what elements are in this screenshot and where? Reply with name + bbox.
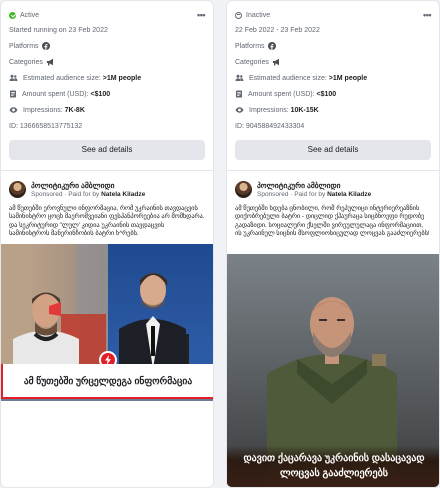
ad-id: ID: 904588492433304 bbox=[235, 122, 305, 130]
spent-row: Amount spent (USD): <$100 bbox=[235, 86, 431, 102]
status-label: Active bbox=[20, 11, 40, 19]
impressions-value: 7K-8K bbox=[64, 106, 85, 114]
platforms-row: Platforms bbox=[235, 38, 431, 54]
receipt-icon bbox=[236, 90, 242, 98]
eye-icon bbox=[9, 107, 18, 113]
ad-creative-image[interactable]: ამ წუთებში ურცელდეგა ინფორმაცია bbox=[1, 244, 213, 401]
audience-row: Estimated audience size: >1M people bbox=[235, 70, 431, 86]
ad-body-text: ამ წუთებში ეროვნული ინფორმაცია, რომ უკრა… bbox=[9, 205, 205, 237]
date-line: Started running on 23 Feb 2022 bbox=[9, 26, 108, 34]
receipt-icon bbox=[10, 90, 16, 98]
categories-row: Categories bbox=[235, 54, 431, 70]
sponsored-prefix: Sponsored · Paid for by bbox=[31, 191, 100, 198]
megaphone-icon bbox=[272, 58, 286, 66]
impressions-label: Impressions: bbox=[23, 106, 63, 114]
more-options-icon[interactable]: ••• bbox=[423, 10, 431, 20]
page-header: პოლიტიკური ამბლიდი Sponsored · Paid for … bbox=[227, 171, 439, 198]
spent-value: <$100 bbox=[316, 90, 337, 98]
spent-value: <$100 bbox=[90, 90, 111, 98]
audience-row: Estimated audience size: >1M people bbox=[9, 70, 205, 86]
paid-by-name: Natela Kiladze bbox=[327, 191, 372, 198]
active-status-icon bbox=[9, 11, 16, 19]
ad-body-text: ამ წუთებში ხდება ცნობილი, რომ რეპულიცი ი… bbox=[235, 205, 430, 237]
impressions-row: Impressions: 10K-15K bbox=[235, 102, 431, 118]
see-ad-details-button[interactable]: See ad details bbox=[235, 140, 431, 160]
page-avatar[interactable] bbox=[9, 181, 26, 198]
date-line: 22 Feb 2022 - 23 Feb 2022 bbox=[235, 26, 320, 34]
facebook-icon bbox=[267, 42, 281, 50]
ad-creative-image[interactable]: დავით ქაცარავა უკრაინის დასაცავად ლოცვას… bbox=[227, 254, 439, 487]
impressions-value: 10K-15K bbox=[290, 106, 319, 114]
audience-label: Estimated audience size: bbox=[249, 74, 327, 82]
sponsored-line: Sponsored · Paid for by Natela Kiladze bbox=[257, 191, 371, 198]
impressions-label: Impressions: bbox=[249, 106, 289, 114]
audience-value: >1M people bbox=[328, 74, 368, 82]
ad-card: Inactive ••• 22 Feb 2022 - 23 Feb 2022 P… bbox=[226, 0, 440, 488]
sponsored-prefix: Sponsored · Paid for by bbox=[257, 191, 326, 198]
sponsored-line: Sponsored · Paid for by Natela Kiladze bbox=[31, 191, 145, 198]
categories-row: Categories bbox=[9, 54, 205, 70]
ad-card: Active ••• Started running on 23 Feb 202… bbox=[0, 0, 214, 488]
creative-banner-text: ამ წუთებში ურცელდეგა ინფორმაცია bbox=[1, 364, 213, 399]
eye-icon bbox=[235, 107, 244, 113]
ad-id: ID: 1366658513775132 bbox=[9, 122, 83, 130]
creative-headline-text: დავით ქაცარავა უკრაინის დასაცავად ლოცვას… bbox=[227, 445, 439, 487]
page-name[interactable]: პოლიტიკური ამბლიდი bbox=[257, 181, 371, 190]
spent-row: Amount spent (USD): <$100 bbox=[9, 86, 205, 102]
paid-by-name: Natela Kiladze bbox=[101, 191, 146, 198]
platforms-row: Platforms bbox=[9, 38, 205, 54]
people-icon bbox=[9, 74, 18, 81]
categories-label: Categories bbox=[235, 58, 269, 66]
more-options-icon[interactable]: ••• bbox=[197, 10, 205, 20]
status-row: Inactive ••• bbox=[235, 8, 431, 22]
page-avatar[interactable] bbox=[235, 181, 252, 198]
categories-label: Categories bbox=[9, 58, 43, 66]
platforms-label: Platforms bbox=[9, 42, 39, 50]
see-ad-details-button[interactable]: See ad details bbox=[9, 140, 205, 160]
spent-label: Amount spent (USD): bbox=[22, 90, 89, 98]
status-label: Inactive bbox=[246, 11, 271, 19]
people-icon bbox=[235, 74, 244, 81]
platforms-label: Platforms bbox=[235, 42, 265, 50]
megaphone-icon bbox=[46, 58, 60, 66]
inactive-status-icon bbox=[235, 11, 242, 19]
status-row: Active ••• bbox=[9, 8, 205, 22]
facebook-icon bbox=[41, 42, 55, 50]
page-header: პოლიტიკური ამბლიდი Sponsored · Paid for … bbox=[1, 171, 213, 198]
impressions-row: Impressions: 7K-8K bbox=[9, 102, 205, 118]
audience-label: Estimated audience size: bbox=[23, 74, 101, 82]
audience-value: >1M people bbox=[102, 74, 142, 82]
spent-label: Amount spent (USD): bbox=[248, 90, 315, 98]
page-name[interactable]: პოლიტიკური ამბლიდი bbox=[31, 181, 145, 190]
